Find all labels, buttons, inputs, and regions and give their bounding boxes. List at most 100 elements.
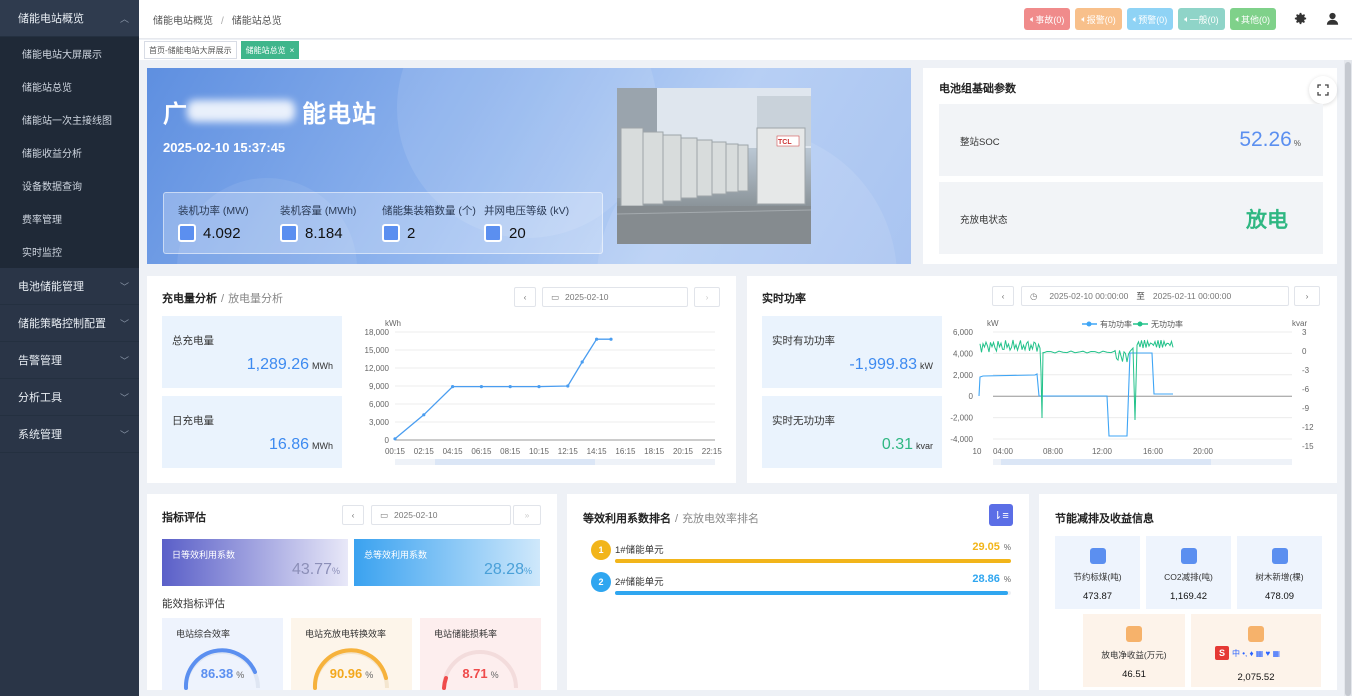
sidebar-item-station-overview[interactable]: 储能站总览 (0, 70, 139, 103)
tile-value: 1,169.42 (1170, 591, 1207, 602)
fullscreen-icon[interactable] (1309, 76, 1337, 104)
sort-icon[interactable]: ⇂≡ (989, 504, 1013, 526)
cloud-icon (1180, 548, 1197, 564)
chevron-down-icon: ﹀ (119, 318, 129, 329)
soc-box: 整站SOC 52.26% (939, 104, 1323, 176)
y-axis-label: kWh (385, 319, 401, 328)
stat-label: 装机容量 (MWh) (280, 205, 357, 217)
zoom-slider-range[interactable] (1001, 459, 1211, 465)
sidebar-group-system[interactable]: 系统管理 ﹀ (0, 416, 139, 453)
data-point (479, 385, 483, 389)
sidebar-item-screen[interactable]: 储能电站大屏展示 (0, 37, 139, 70)
indicator-card: 指标评估 ‹ ▭ 2025-02-10 » 日等效利用系数 43.77% 总等效利… (147, 494, 557, 690)
card-title: 指标评估 (162, 512, 206, 524)
sidebar-item-rates[interactable]: 费率管理 (0, 202, 139, 235)
tab-station-overview[interactable]: 储能站总览 × (240, 41, 300, 59)
rank-track (615, 591, 1011, 595)
prev-range-button[interactable]: ‹ (992, 286, 1014, 306)
y-axis-label: kW (987, 319, 999, 328)
gear-icon[interactable] (1292, 10, 1308, 26)
charge-tab[interactable]: 充电量分析 (162, 293, 217, 305)
date-picker[interactable]: ▭ 2025-02-10 (542, 287, 688, 307)
ime-toolbar[interactable]: S中 •, ♦ ▦ ♥ ▦ (1215, 646, 1280, 660)
sidebar-group-alarm[interactable]: 告警管理 ﹀ (0, 342, 139, 379)
app: 储能电站概览 ︿ 储能电站大屏展示 储能站总览 储能站一次主接线图 储能收益分析… (0, 0, 1352, 696)
total-charge-value: 1,289.26 MWh (247, 356, 333, 374)
next-range-button[interactable]: › (1294, 286, 1320, 306)
co2-tile: CO2减排(吨) 1,169.42 (1146, 536, 1231, 609)
legend-label[interactable]: 无功功率 (1151, 319, 1183, 329)
prev-date-button[interactable]: ‹ (342, 505, 364, 525)
scrollbar-thumb[interactable] (1345, 62, 1351, 696)
top-icons (1292, 10, 1340, 26)
rank-bar (615, 559, 1011, 563)
gauge-value: 8.71% (420, 666, 541, 681)
legend-label[interactable]: 有功功率 (1100, 319, 1132, 329)
x-tick-label: 10 (973, 447, 982, 456)
calendar-icon: ▭ (380, 509, 389, 520)
sidebar-item-monitor[interactable]: 实时监控 (0, 235, 139, 268)
efficiency-rank-tab[interactable]: 充放电效率排名 (682, 513, 759, 525)
date-picker[interactable]: ▭ 2025-02-10 (371, 505, 511, 525)
close-icon[interactable]: × (290, 46, 295, 55)
sidebar-item-wiring[interactable]: 储能站一次主接线图 (0, 103, 139, 136)
breadcrumb-separator: / (221, 15, 224, 27)
range-start: 2025-02-10 00:00:00 (1049, 291, 1129, 301)
pct-unit: % (365, 670, 374, 680)
rank-badge-icon: 1 (591, 540, 611, 560)
sidebar-group-overview[interactable]: 储能电站概览 ︿ (0, 0, 139, 37)
y-tick-label: 6,000 (369, 400, 390, 409)
ranking-card: 等效利用系数排名 / 充放电效率排名 ⇂≡ 1 1#储能单元 29.05% 2 2#储能单元… (567, 494, 1029, 690)
user-icon[interactable] (1324, 10, 1340, 26)
x-tick-label: 22:15 (702, 447, 723, 456)
y-tick-label: 4,000 (953, 349, 974, 358)
active-power-label: 实时有功功率 (772, 335, 835, 347)
tile-label: 节约标煤(吨) (1073, 572, 1122, 582)
total-utilization-number: 28.28 (483, 561, 524, 578)
sidebar-group-tools[interactable]: 分析工具 ﹀ (0, 379, 139, 416)
sidebar-item-device-data[interactable]: 设备数据查询 (0, 169, 139, 202)
alarm-general-button[interactable]: 🔈︎ 一般(0) (1178, 8, 1225, 30)
stat-label: 储能集装箱数量 (个) (382, 205, 476, 217)
scrollbar[interactable] (1344, 60, 1352, 696)
main-content: 广 能电站 2025-02-10 15:37:45 装机功率 (MW) 4.092… (139, 60, 1352, 696)
tile-label: 树木新增(棵) (1255, 572, 1304, 582)
x-tick-label: 00:15 (385, 447, 406, 456)
data-point (393, 437, 397, 441)
sidebar-group-label: 储能策略控制配置 (18, 318, 106, 330)
daily-utilization-number: 43.77 (291, 561, 332, 578)
alarm-other-button[interactable]: 🔈︎ 其他(0) (1229, 8, 1276, 30)
prev-date-button[interactable]: ‹ (514, 287, 536, 307)
reactive-power-number: 0.31 (881, 436, 913, 453)
next-date-button[interactable]: › (694, 287, 720, 307)
daily-utilization-label: 日等效利用系数 (172, 550, 236, 560)
total-utilization-box: 总等效利用系数 28.28% (354, 539, 540, 586)
chevron-up-icon: ︿ (119, 13, 129, 24)
chevron-down-icon: ﹀ (119, 429, 129, 440)
zoom-slider-range[interactable] (435, 459, 595, 465)
sidebar-item-revenue[interactable]: 储能收益分析 (0, 136, 139, 169)
x-tick-label: 04:00 (993, 447, 1014, 456)
y2-tick-label: -9 (1302, 404, 1310, 413)
sidebar-group-strategy[interactable]: 储能策略控制配置 ﹀ (0, 305, 139, 342)
stat-containers: 储能集装箱数量 (个) 2 (382, 203, 476, 242)
y-tick-label: 18,000 (365, 328, 390, 337)
realtime-power-card: 实时功率 ‹ ◷ 2025-02-10 00:00:00 至 2025-02-1… (747, 276, 1337, 483)
date-range-picker[interactable]: ◷ 2025-02-10 00:00:00 至 2025-02-11 00:00… (1021, 286, 1289, 306)
gauge-value: 86.38% (162, 666, 283, 681)
tree-tile: 树木新增(棵) 478.09 (1237, 536, 1322, 609)
data-point (566, 384, 570, 388)
state-box: 充放电状态 放电 (939, 182, 1323, 254)
rank-row: 1 1#储能单元 29.05% (591, 540, 1013, 566)
alarm-accident-button[interactable]: 🔈︎ 事故(0) (1023, 8, 1071, 30)
utilization-rank-tab[interactable]: 等效利用系数排名 (583, 513, 671, 525)
breadcrumb-item[interactable]: 储能电站概览 (153, 16, 213, 27)
next-date-button[interactable]: » (513, 505, 541, 525)
discharge-tab[interactable]: 放电量分析 (228, 293, 283, 305)
alarm-warning-button[interactable]: 🔈︎ 预警(0) (1126, 8, 1174, 30)
sidebar-group-battery[interactable]: 电池储能管理 ﹀ (0, 268, 139, 305)
gauge-conversion: 电站充放电转换效率 90.96% (291, 618, 412, 690)
tab-screen[interactable]: 首页-储能电站大屏展示 (144, 41, 237, 59)
daily-charge-value: 16.86 MWh (269, 436, 333, 454)
alarm-alarm-button[interactable]: 🔈︎ 报警(0) (1075, 8, 1122, 30)
